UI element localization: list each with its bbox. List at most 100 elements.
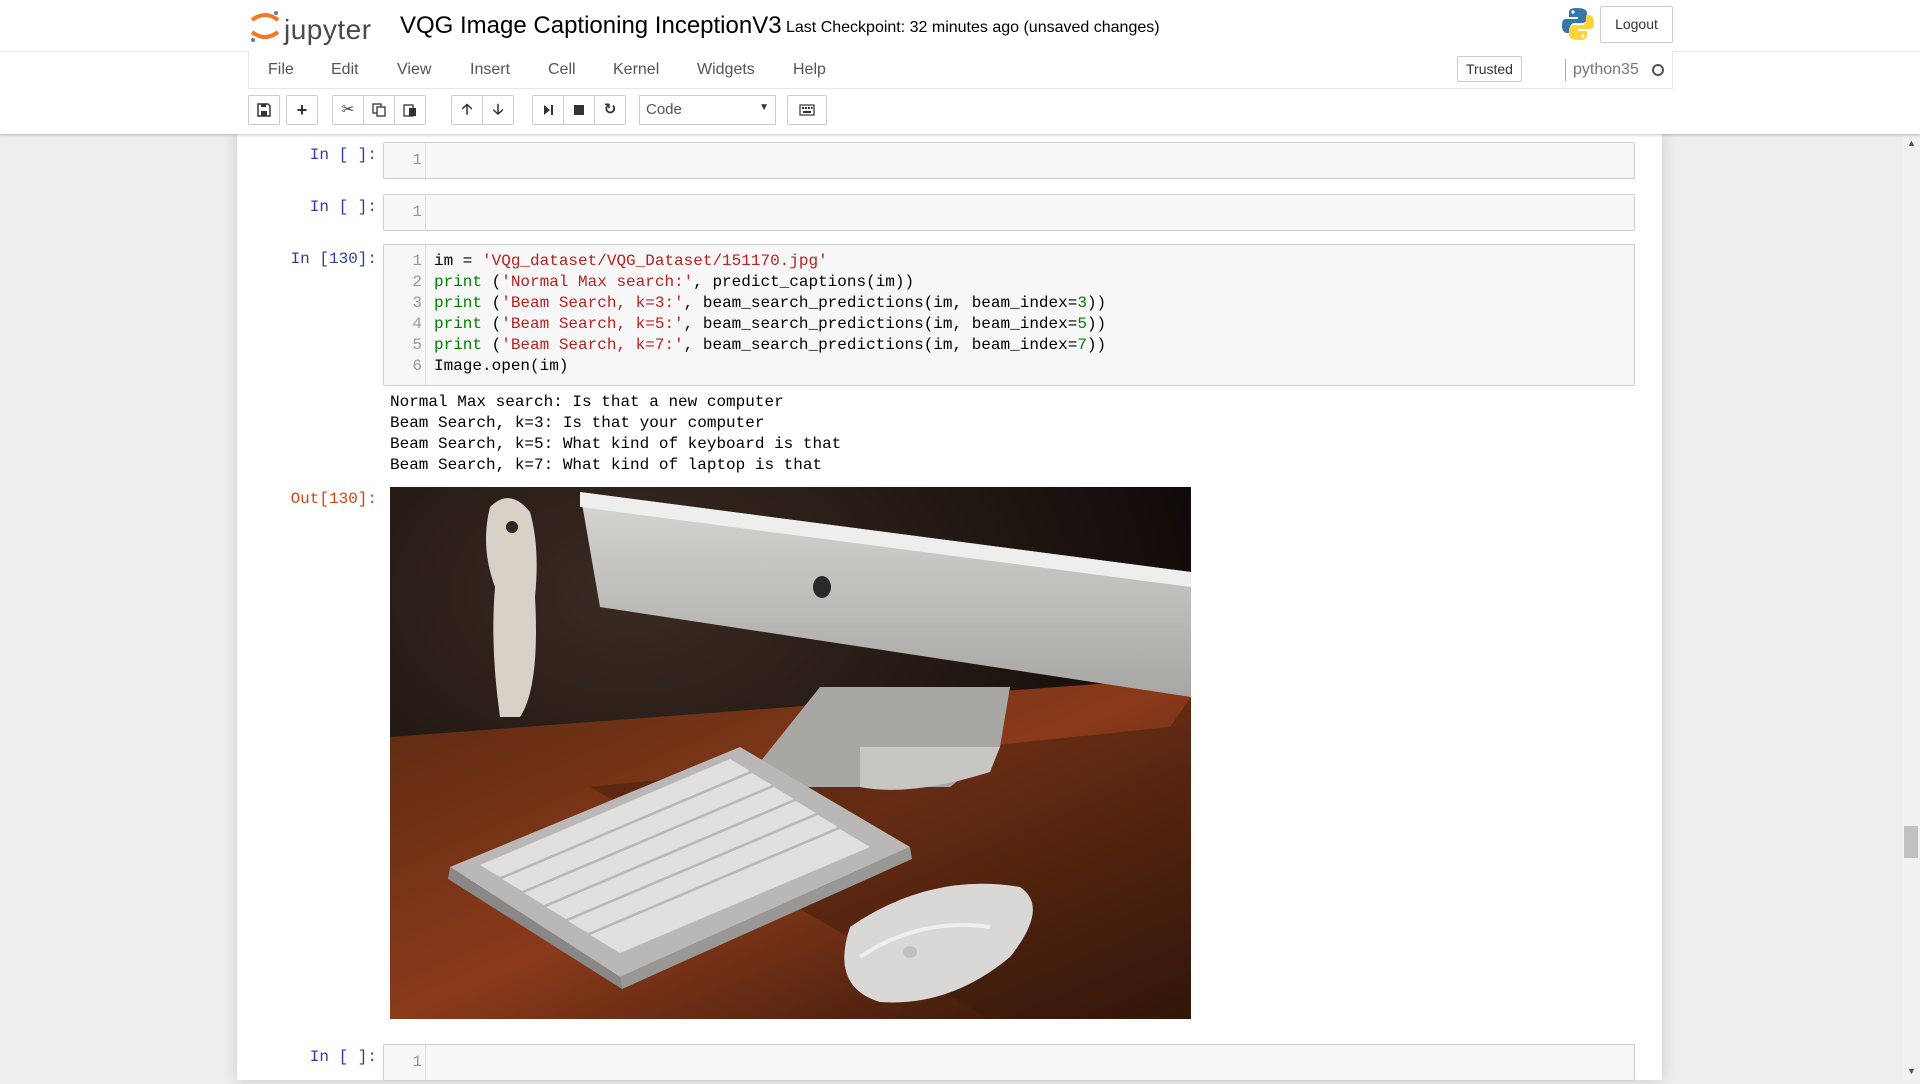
notebook-title[interactable]: VQG Image Captioning InceptionV3 <box>400 12 782 40</box>
input-prompt: In [ ]: <box>309 146 377 164</box>
move-up-button[interactable]: 🡡 <box>451 95 483 125</box>
code-token: )) <box>1086 336 1107 354</box>
code-token: ( <box>482 315 502 333</box>
copy-button[interactable] <box>363 95 395 125</box>
notebook-site: In [ ]: 1 In [ ]: 1 In [130]: 1 2 3 4 5 … <box>0 134 1920 1081</box>
interrupt-button[interactable] <box>563 95 595 125</box>
restart-button[interactable]: ↻ <box>594 95 626 125</box>
scroll-up-icon[interactable]: ▲ <box>1907 138 1916 148</box>
menu-edit[interactable]: Edit <box>331 61 359 79</box>
refresh-icon: ↻ <box>603 101 617 118</box>
input-prompt: In [ ]: <box>309 198 377 216</box>
code-token: )) <box>1086 294 1107 312</box>
cell-type-value: Code <box>646 101 682 118</box>
jupyter-logo[interactable]: jupyter <box>248 8 378 45</box>
menu-help[interactable]: Help <box>793 61 826 79</box>
stdout-line: Normal Max search: Is that a new compute… <box>390 393 784 411</box>
logo-text: jupyter <box>284 14 372 45</box>
run-button[interactable] <box>532 95 564 125</box>
paste-button[interactable] <box>394 95 426 125</box>
python-icon <box>1562 8 1594 40</box>
arrow-up-icon: 🡡 <box>461 101 473 118</box>
code-string: 'VQg_dataset/VQG_Dataset/151170.jpg' <box>482 252 828 270</box>
menu-view[interactable]: View <box>397 61 431 79</box>
line-number: 6 <box>412 357 422 375</box>
step-forward-icon <box>544 105 553 115</box>
copy-icon <box>372 103 386 117</box>
code-token: , beam_search_predictions(im, beam_index… <box>683 294 1078 312</box>
code-keyword: print <box>434 273 483 291</box>
code-line: print ('Beam Search, k=7:', beam_search_… <box>434 336 1106 354</box>
line-number: 5 <box>412 336 422 354</box>
move-down-button[interactable]: 🡣 <box>482 95 514 125</box>
menu-kernel[interactable]: Kernel <box>613 61 659 79</box>
menu-widgets[interactable]: Widgets <box>697 61 755 79</box>
code-line: print ('Beam Search, k=5:', beam_search_… <box>434 315 1106 333</box>
header: jupyter VQG Image Captioning InceptionV3… <box>0 0 1920 134</box>
save-button[interactable] <box>248 95 280 125</box>
code-number: 5 <box>1077 315 1087 333</box>
code-token: ( <box>482 294 502 312</box>
code-string: 'Normal Max search:' <box>501 273 694 291</box>
paste-icon <box>403 104 416 117</box>
line-number: 1 <box>412 151 422 169</box>
code-cell[interactable]: In [ ]: 1 <box>237 1040 1662 1084</box>
output-prompt: Out[130]: <box>290 490 377 508</box>
keyboard-icon <box>799 104 815 116</box>
code-editor[interactable]: 1 <box>383 1044 1635 1081</box>
scroll-down-icon[interactable]: ▼ <box>1907 1066 1916 1076</box>
desk-photo <box>390 487 1191 1019</box>
code-number: 7 <box>1077 336 1087 354</box>
command-palette-button[interactable] <box>787 95 827 125</box>
logout-button[interactable]: Logout <box>1600 6 1673 43</box>
plus-icon: + <box>296 100 308 120</box>
code-cell[interactable]: In [ ]: 1 <box>237 190 1662 234</box>
cell-type-select[interactable]: Code ▼ <box>639 95 776 125</box>
code-line: Image.open(im) <box>434 357 568 375</box>
code-cell-130[interactable]: In [130]: 1 2 3 4 5 6 im = 'VQg_dataset/… <box>237 242 1662 1032</box>
menu-file[interactable]: File <box>268 61 294 79</box>
line-number: 2 <box>412 273 422 291</box>
jupyter-logo-icon <box>250 11 280 42</box>
toolbar: + ✂ 🡡 🡣 ↻ Code ▼ <box>248 95 1248 127</box>
line-number: 3 <box>412 294 422 312</box>
line-number: 1 <box>412 203 422 221</box>
scrollbar-thumb[interactable] <box>1904 826 1918 858</box>
code-token: Image.open(im) <box>434 357 569 375</box>
line-number: 4 <box>412 315 422 333</box>
input-prompt: In [130]: <box>290 250 377 268</box>
code-cell[interactable]: In [ ]: 1 <box>237 138 1662 182</box>
code-keyword: print <box>434 294 483 312</box>
top-bar: jupyter VQG Image Captioning InceptionV3… <box>248 0 1673 51</box>
stdout-line: Beam Search, k=3: Is that your computer <box>390 414 765 432</box>
line-number: 1 <box>412 1053 422 1071</box>
stdout-line: Beam Search, k=7: What kind of laptop is… <box>390 456 823 474</box>
checkpoint-status: Last Checkpoint: 32 minutes ago (unsaved… <box>786 19 1160 36</box>
code-token: , predict_captions(im)) <box>693 273 915 291</box>
code-keyword: print <box>434 336 483 354</box>
insert-cell-button[interactable]: + <box>286 95 318 125</box>
code-editor[interactable]: 1 <box>383 194 1635 231</box>
menu-insert[interactable]: Insert <box>470 61 510 79</box>
arrow-down-icon: 🡣 <box>492 101 504 118</box>
code-keyword: print <box>434 315 483 333</box>
code-token: ( <box>482 336 502 354</box>
code-string: 'Beam Search, k=5:' <box>501 315 684 333</box>
chevron-down-icon: ▼ <box>759 102 769 113</box>
code-editor[interactable]: 1 <box>383 142 1635 179</box>
kernel-idle-icon <box>1652 64 1664 76</box>
code-line: print ('Beam Search, k=3:', beam_search_… <box>434 294 1106 312</box>
save-icon <box>257 103 271 117</box>
code-editor[interactable]: 1 2 3 4 5 6 im = 'VQg_dataset/VQG_Datase… <box>383 244 1635 386</box>
code-token: ( <box>482 273 502 291</box>
code-token: im = <box>434 252 483 270</box>
trusted-indicator[interactable]: Trusted <box>1457 56 1522 82</box>
code-token: , beam_search_predictions(im, beam_index… <box>683 336 1078 354</box>
input-prompt: In [ ]: <box>309 1048 377 1066</box>
vertical-scrollbar[interactable]: ▲ ▼ <box>1902 134 1920 1080</box>
code-number: 3 <box>1077 294 1087 312</box>
menu-cell[interactable]: Cell <box>548 61 576 79</box>
stop-icon <box>574 105 584 115</box>
line-number: 1 <box>412 252 422 270</box>
cut-button[interactable]: ✂ <box>332 95 364 125</box>
